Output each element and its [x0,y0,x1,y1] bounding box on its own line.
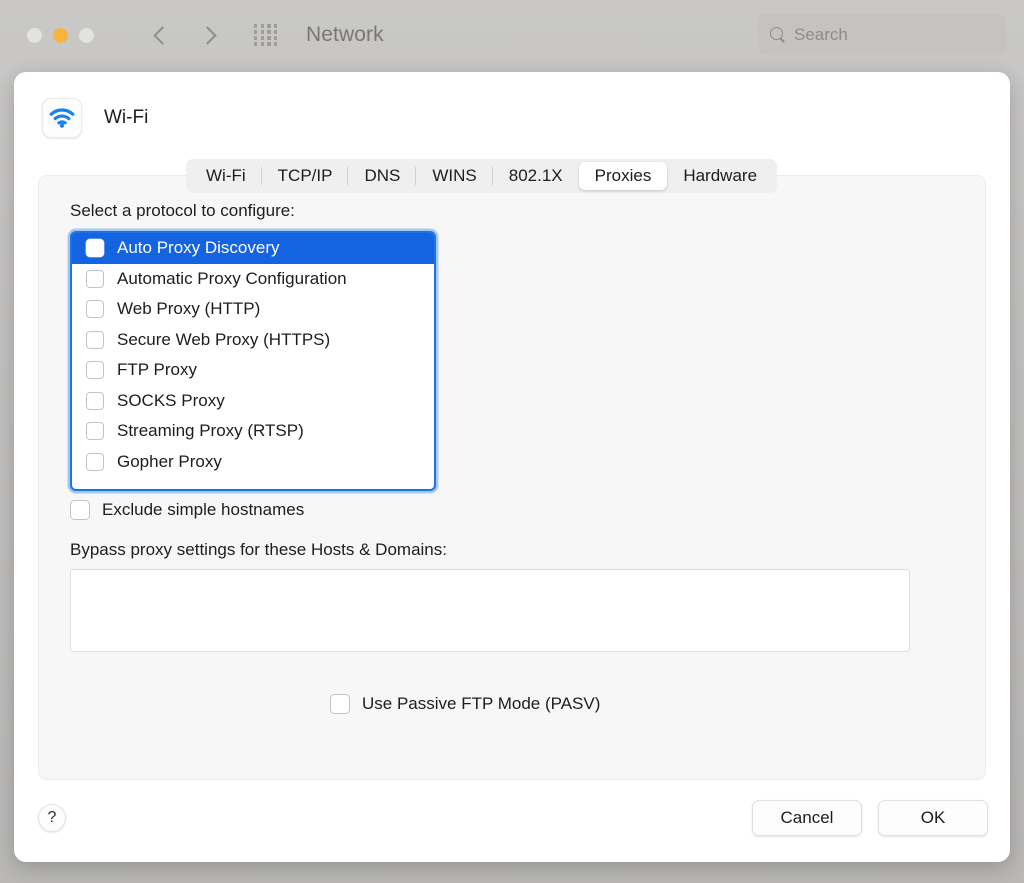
grid-apps-icon[interactable] [254,24,278,45]
exclude-simple-hostnames-row[interactable]: Exclude simple hostnames [70,500,304,520]
minimize-button[interactable] [53,28,68,43]
list-item[interactable]: SOCKS Proxy [72,386,434,417]
navigation-arrows [156,29,214,42]
forward-chevron-right-icon[interactable] [198,26,216,44]
sheet-header: Wi-Fi [14,72,1010,138]
tab-dns[interactable]: DNS [348,162,416,190]
protocol-checkbox[interactable] [86,239,104,257]
exclude-simple-hostnames-label: Exclude simple hostnames [102,500,304,520]
zoom-button[interactable] [79,28,94,43]
protocol-checkbox[interactable] [86,300,104,318]
tab-wins[interactable]: WINS [416,162,492,190]
list-item[interactable]: Web Proxy (HTTP) [72,294,434,325]
search-input[interactable]: Search [794,25,848,45]
network-preferences-window: Network Search Wi-Fi Wi-Fi TCP/IP [0,0,1024,883]
list-item-label: Web Proxy (HTTP) [117,299,260,319]
window-toolbar: Network Search [0,0,1024,70]
list-item[interactable]: FTP Proxy [72,355,434,386]
traffic-light-group [27,28,94,43]
search-field[interactable]: Search [758,14,1006,55]
protocol-checkbox[interactable] [86,453,104,471]
close-button[interactable] [27,28,42,43]
tab-hardware[interactable]: Hardware [667,162,773,190]
settings-tab-bar: Wi-Fi TCP/IP DNS WINS 802.1X Proxies Har… [186,159,777,193]
list-item-label: Auto Proxy Discovery [117,238,280,258]
list-item[interactable]: Streaming Proxy (RTSP) [72,416,434,447]
ok-button[interactable]: OK [878,800,988,836]
back-chevron-left-icon[interactable] [153,26,171,44]
search-icon [770,27,785,42]
help-button[interactable]: ? [38,804,66,832]
protocol-section-label: Select a protocol to configure: [70,201,295,221]
protocol-checkbox[interactable] [86,331,104,349]
cancel-button[interactable]: Cancel [752,800,862,836]
list-item-label: Secure Web Proxy (HTTPS) [117,330,330,350]
footer-button-group: Cancel OK [752,800,988,836]
list-item-label: Gopher Proxy [117,452,222,472]
tab-proxies[interactable]: Proxies [579,162,668,190]
list-item-label: Streaming Proxy (RTSP) [117,421,304,441]
list-item[interactable]: Gopher Proxy [72,447,434,478]
bypass-hosts-textarea[interactable] [70,569,910,652]
protocol-checkbox[interactable] [86,392,104,410]
proxies-sheet: Wi-Fi Wi-Fi TCP/IP DNS WINS 802.1X Proxi… [14,72,1010,862]
passive-ftp-checkbox[interactable] [330,694,350,714]
protocol-list[interactable]: Auto Proxy Discovery Automatic Proxy Con… [70,231,436,491]
tab-wifi[interactable]: Wi-Fi [190,162,262,190]
protocol-checkbox[interactable] [86,270,104,288]
protocol-checkbox[interactable] [86,422,104,440]
list-item-label: Automatic Proxy Configuration [117,269,347,289]
tab-tcpip[interactable]: TCP/IP [262,162,349,190]
protocol-checkbox[interactable] [86,361,104,379]
list-item[interactable]: Secure Web Proxy (HTTPS) [72,325,434,356]
list-item-label: FTP Proxy [117,360,197,380]
tab-8021x[interactable]: 802.1X [493,162,579,190]
list-item[interactable]: Auto Proxy Discovery [72,233,434,264]
service-name-label: Wi-Fi [104,107,148,129]
window-title: Network [306,23,384,47]
passive-ftp-label: Use Passive FTP Mode (PASV) [362,694,600,714]
list-item[interactable]: Automatic Proxy Configuration [72,264,434,295]
bypass-section-label: Bypass proxy settings for these Hosts & … [70,540,447,560]
exclude-simple-hostnames-checkbox[interactable] [70,500,90,520]
passive-ftp-row[interactable]: Use Passive FTP Mode (PASV) [330,694,600,714]
wifi-icon [42,98,82,138]
list-item-label: SOCKS Proxy [117,391,225,411]
